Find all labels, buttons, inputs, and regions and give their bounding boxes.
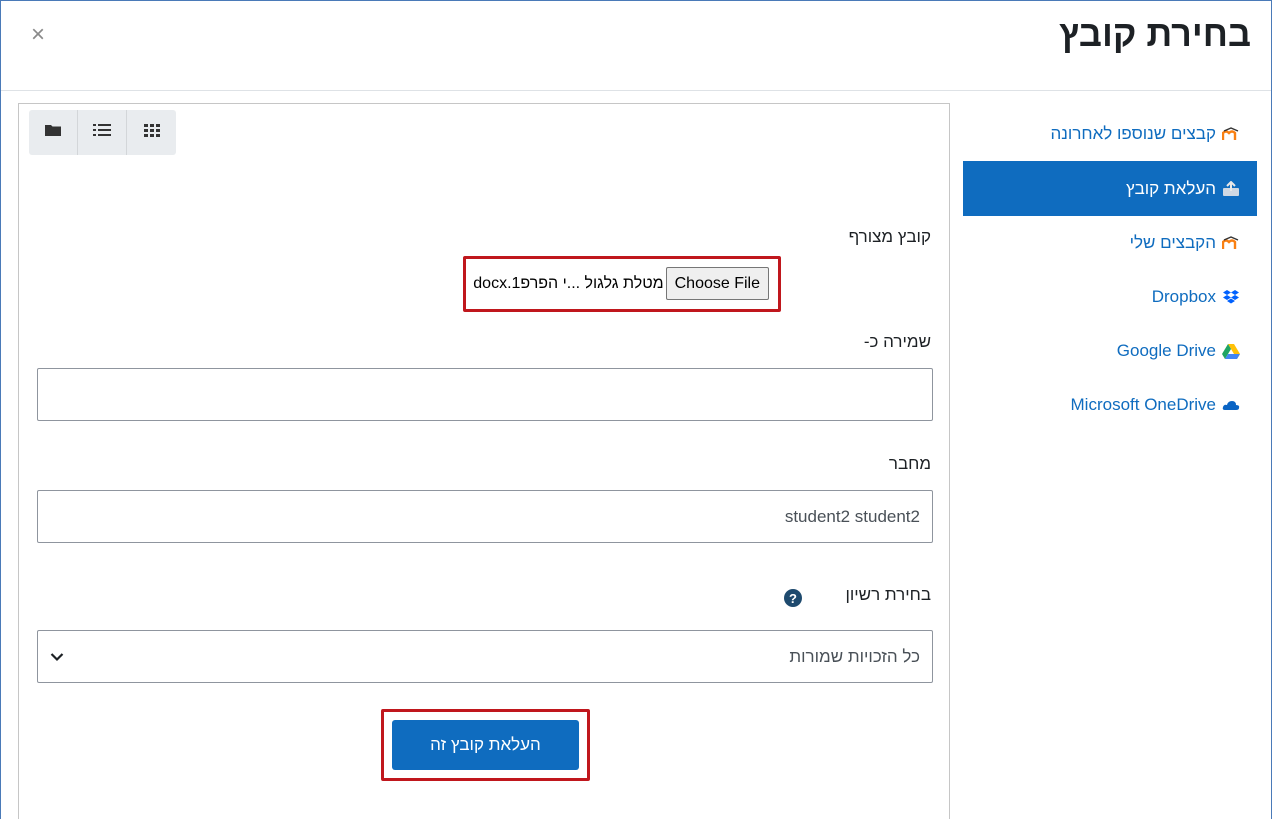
list-view-button[interactable] xyxy=(78,110,127,155)
license-selected-value: כל הזכויות שמורות xyxy=(789,646,920,666)
list-icon xyxy=(93,123,111,142)
sidebar-item-dropbox[interactable]: Dropbox xyxy=(963,270,1257,324)
author-input[interactable]: student2 student2 xyxy=(37,490,933,543)
sidebar-item-label: Dropbox xyxy=(1151,287,1216,306)
folder-icon xyxy=(44,123,62,142)
moodle-icon xyxy=(1221,234,1241,252)
save-as-input[interactable] xyxy=(37,368,933,421)
file-input-highlight: Choose File מטלת גלגול ...י הפרפ1.docx xyxy=(463,256,781,312)
upload-icon xyxy=(1221,180,1241,198)
license-label: בחירת רשיון xyxy=(845,585,931,604)
author-label: מחבר xyxy=(888,454,931,473)
onedrive-icon xyxy=(1221,396,1241,414)
dialog-title: בחירת קובץ xyxy=(1059,13,1251,54)
sidebar-item-label: הקבצים שלי xyxy=(1129,233,1216,252)
sidebar-item-upload-file[interactable]: העלאת קובץ xyxy=(963,161,1257,216)
view-switcher xyxy=(29,110,176,155)
attachment-label: קובץ מצורף xyxy=(848,227,931,246)
sidebar-item-label: קבצים שנוספו לאחרונה xyxy=(1050,124,1216,143)
close-icon[interactable]: × xyxy=(31,23,45,47)
chevron-down-icon xyxy=(50,647,64,667)
license-select[interactable]: כל הזכויות שמורות xyxy=(37,630,933,683)
header-divider xyxy=(1,90,1271,91)
grid-icon xyxy=(143,123,160,142)
sidebar-item-onedrive[interactable]: Microsoft OneDrive xyxy=(963,378,1257,432)
choose-file-button[interactable]: Choose File xyxy=(665,267,769,300)
file-input[interactable]: Choose File מטלת גלגול ...י הפרפ1.docx xyxy=(473,267,769,300)
dropbox-icon xyxy=(1221,288,1241,306)
save-as-label: שמירה כ- xyxy=(863,332,931,351)
sidebar-item-recent-files[interactable]: קבצים שנוספו לאחרונה xyxy=(963,107,1257,161)
moodle-icon xyxy=(1221,125,1241,143)
grid-view-button[interactable] xyxy=(127,110,176,155)
sidebar-item-my-files[interactable]: הקבצים שלי xyxy=(963,216,1257,270)
sidebar-item-label: Google Drive xyxy=(1116,341,1216,360)
selected-file-name: מטלת גלגול ...י הפרפ1.docx xyxy=(473,274,664,292)
help-icon[interactable]: ? xyxy=(784,589,802,607)
sidebar-item-label: העלאת קובץ xyxy=(1126,178,1216,198)
repository-sidebar: קבצים שנוספו לאחרונה העלאת קובץ הקבצים ש… xyxy=(963,107,1257,432)
folder-view-button[interactable] xyxy=(29,110,78,155)
file-picker-dialog: בחירת קובץ × קבצים שנוספו לאחרונה העלאת … xyxy=(0,0,1272,819)
google-drive-icon xyxy=(1221,342,1241,360)
sidebar-item-google-drive[interactable]: Google Drive xyxy=(963,324,1257,378)
sidebar-item-label: Microsoft OneDrive xyxy=(1070,395,1216,414)
upload-this-file-button[interactable]: העלאת קובץ זה xyxy=(392,720,579,770)
upload-button-highlight: העלאת קובץ זה xyxy=(381,709,590,781)
